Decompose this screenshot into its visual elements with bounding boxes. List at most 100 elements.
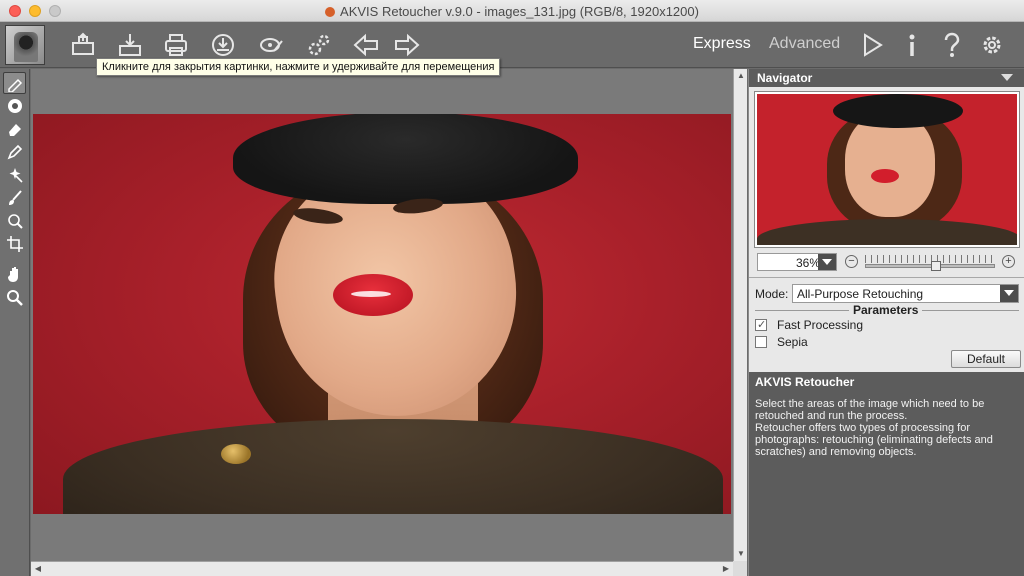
zoom-in-button[interactable]: +	[1002, 255, 1015, 268]
print-icon	[165, 34, 187, 56]
resize-corner[interactable]	[733, 561, 747, 576]
navigator-title: Navigator	[757, 71, 813, 85]
save-image-button[interactable]	[114, 29, 146, 61]
zoom-slider-ticks	[865, 255, 995, 263]
app-icon	[325, 7, 336, 17]
divider	[749, 277, 1024, 278]
preview-cap	[833, 94, 963, 128]
express-mode-button[interactable]: Express	[693, 35, 751, 53]
print-button[interactable]	[160, 29, 192, 61]
navigator-header: Navigator	[749, 69, 1024, 87]
preview-lips	[871, 169, 899, 183]
mode-select[interactable]: All-Purpose Retouching	[792, 284, 1019, 303]
run-button[interactable]	[856, 29, 888, 61]
app-window: AKVIS Retoucher v.9.0 - images_131.jpg (…	[0, 0, 1024, 576]
tool-hand[interactable]	[3, 263, 26, 285]
preferences-gears-button[interactable]	[303, 29, 335, 61]
image-photo[interactable]	[33, 114, 731, 514]
image-canvas[interactable]	[31, 69, 733, 561]
gears-icon	[308, 34, 330, 56]
pencil-icon	[7, 144, 22, 160]
sepia-label: Sepia	[777, 335, 808, 349]
magic-wand-icon	[9, 168, 23, 183]
tool-healing[interactable]	[3, 210, 26, 232]
save-icon	[119, 34, 141, 56]
open-icon	[72, 32, 94, 55]
zoom-slider-thumb[interactable]	[931, 261, 941, 271]
help-button[interactable]	[936, 29, 968, 61]
window-title: AKVIS Retoucher v.9.0 - images_131.jpg (…	[0, 4, 1024, 19]
gear-icon	[983, 36, 1001, 54]
app-logo	[5, 25, 45, 65]
tool-eraser[interactable]	[3, 118, 26, 140]
healing-icon	[7, 214, 23, 229]
sepia-row[interactable]: Sepia	[755, 335, 808, 349]
mode-value: All-Purpose Retouching	[797, 287, 924, 301]
help-paragraph-2: Retoucher offers two types of processing…	[755, 422, 993, 458]
photo-jacket-button	[221, 444, 251, 464]
eraser-icon	[8, 124, 21, 136]
settings-button[interactable]	[976, 29, 1008, 61]
tool-selection[interactable]	[3, 72, 26, 94]
help-header: AKVIS Retoucher	[749, 372, 1024, 392]
tool-crop[interactable]	[3, 233, 26, 255]
photo-lips	[333, 274, 413, 316]
scroll-down-icon[interactable]: ▼	[736, 549, 746, 559]
scroll-left-icon[interactable]: ◀	[33, 564, 43, 574]
advanced-mode-button[interactable]: Advanced	[769, 35, 840, 53]
hand-icon	[7, 267, 18, 282]
selection-brush-icon	[7, 78, 22, 92]
arrow-left-icon	[353, 33, 378, 57]
scroll-right-icon[interactable]: ▶	[721, 564, 731, 574]
tools-panel	[0, 69, 30, 576]
window-title-text: AKVIS Retoucher v.9.0 - images_131.jpg (…	[340, 4, 699, 19]
zoom-value: 36%	[795, 256, 820, 270]
mode-dropdown-icon[interactable]	[1000, 285, 1018, 302]
preview-jacket	[757, 219, 1017, 245]
fast-processing-row[interactable]: Fast Processing	[755, 318, 863, 332]
tool-pencil[interactable]	[3, 141, 26, 163]
default-button[interactable]: Default	[951, 350, 1021, 368]
stamp-icon	[7, 99, 22, 113]
fast-processing-label: Fast Processing	[777, 318, 864, 332]
collapse-triangle-icon[interactable]	[1001, 74, 1013, 81]
horizontal-scrollbar[interactable]: ◀ ▶	[31, 561, 733, 576]
navigator-preview[interactable]	[754, 91, 1020, 248]
zoom-select[interactable]: 36%	[757, 253, 837, 271]
arrow-right-icon	[395, 33, 420, 57]
crop-icon	[6, 236, 23, 252]
scroll-up-icon[interactable]: ▲	[736, 71, 746, 81]
parameters-title: Parameters	[849, 303, 923, 317]
undo-button[interactable]	[350, 29, 382, 61]
batch-button[interactable]	[256, 29, 288, 61]
help-paragraph-1: Select the areas of the image which need…	[755, 398, 985, 422]
photo-jacket	[63, 419, 723, 514]
tool-magic-wand[interactable]	[3, 164, 26, 186]
redo-button[interactable]	[391, 29, 423, 61]
brush-icon	[8, 190, 22, 205]
tool-stamp[interactable]	[3, 95, 26, 117]
zoom-slider-track	[865, 264, 995, 268]
sepia-checkbox[interactable]	[755, 336, 767, 348]
share-button[interactable]	[207, 29, 239, 61]
title-bar: AKVIS Retoucher v.9.0 - images_131.jpg (…	[0, 0, 1024, 22]
photo-cap	[233, 114, 578, 204]
batch-icon	[260, 38, 283, 52]
tool-zoom[interactable]	[3, 287, 26, 309]
zoom-icon	[6, 290, 23, 306]
tooltip: Кликните для закрытия картинки, нажмите …	[96, 58, 501, 76]
share-icon	[212, 34, 234, 56]
vertical-scrollbar[interactable]: ▲ ▼	[733, 69, 747, 561]
help-text: Select the areas of the image which need…	[749, 392, 1024, 576]
open-image-button[interactable]	[67, 29, 99, 61]
fast-processing-checkbox[interactable]	[755, 318, 767, 331]
help-icon	[944, 32, 960, 57]
zoom-out-button[interactable]: −	[845, 255, 858, 268]
zoom-slider[interactable]	[865, 253, 995, 271]
play-icon	[864, 33, 883, 57]
info-button[interactable]	[896, 29, 928, 61]
tool-brush[interactable]	[3, 187, 26, 209]
info-icon	[909, 34, 915, 56]
mode-label: Mode:	[755, 287, 789, 301]
zoom-dropdown-icon[interactable]	[818, 254, 836, 270]
